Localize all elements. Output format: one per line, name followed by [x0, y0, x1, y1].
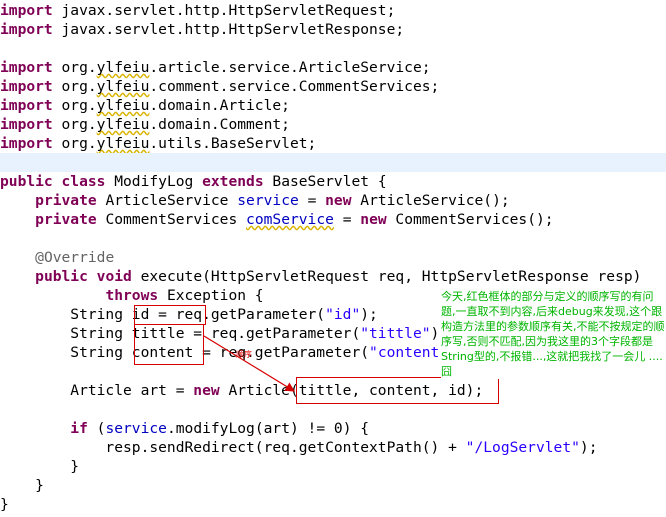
- arrow-annotation: [203, 335, 296, 392]
- order-label: 顺序: [236, 350, 252, 359]
- annotation-note: 今天,红色框体的部分与定义的顺序写的有问题,一直取不到内容,后来debug来发现…: [441, 289, 666, 379]
